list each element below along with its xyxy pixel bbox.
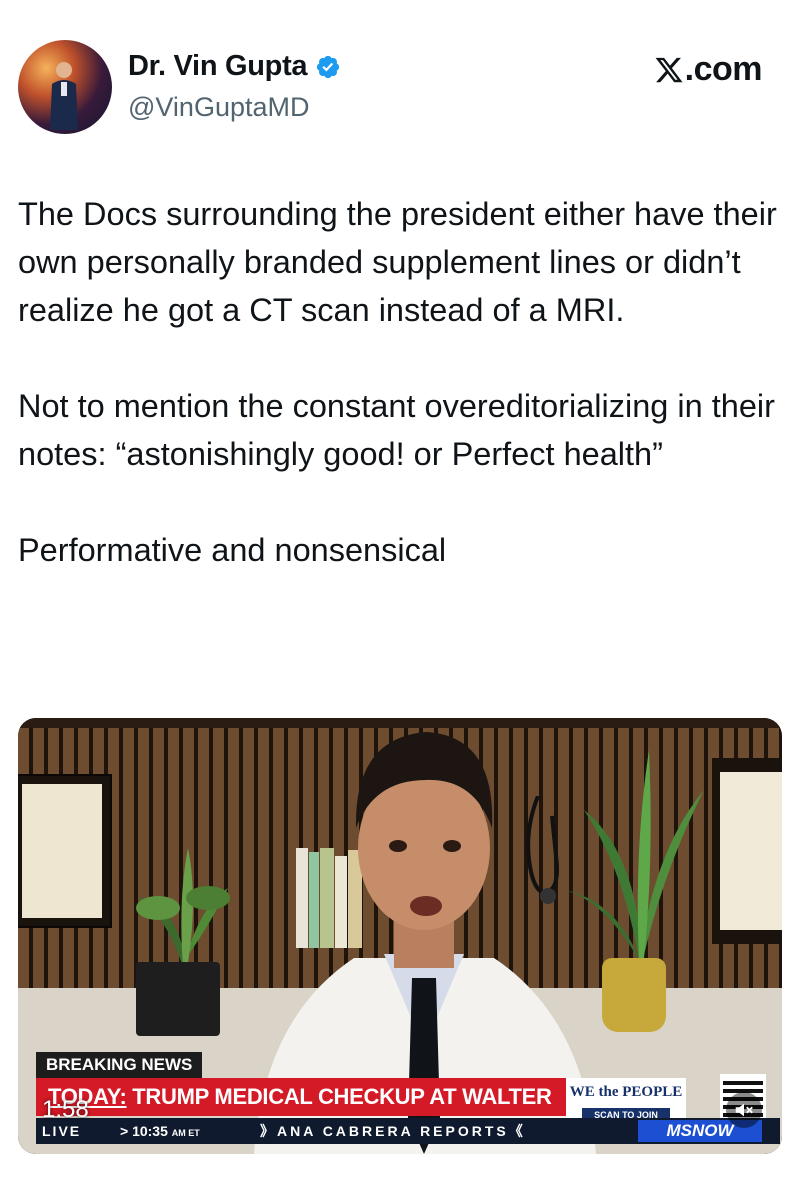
video-elapsed-time: 1:58 [42,1096,89,1123]
brand-domain: .com [684,50,763,88]
news-lower-third: BREAKING NEWS TODAY: TRUMP MEDICAL CHECK… [18,1044,782,1154]
tweet-paragraph: Not to mention the constant overeditoria… [18,388,775,472]
author-name-row: Dr. Vin Gupta [128,50,341,83]
show-name: 》ANA CABRERA REPORTS《 [260,1123,526,1139]
diploma-frame-left [18,774,112,928]
tweet-header: Dr. Vin Gupta @VinGuptaMD .com [18,40,782,136]
tweet-paragraph: Performative and nonsensical [18,532,447,568]
author-handle[interactable]: @VinGuptaMD [128,92,310,123]
x-logo-icon [655,57,683,82]
mute-button[interactable] [726,1092,762,1128]
plant-pot-left [136,962,220,1036]
muted-speaker-icon [735,1103,753,1117]
news-headline: TODAY: TRUMP MEDICAL CHECKUP AT WALTER R… [36,1078,568,1147]
plant-left [136,848,230,968]
avatar[interactable] [18,40,112,134]
verified-badge-icon [317,55,340,78]
tweet-paragraph: The Docs surrounding the president eithe… [18,196,777,328]
diploma-frame-right [712,758,782,944]
promo-title: WE the PEOPLE [569,1084,683,1100]
video-player[interactable]: BREAKING NEWS TODAY: TRUMP MEDICAL CHECK… [18,718,782,1154]
x-brand: .com [654,50,763,89]
avatar-person-silhouette [50,62,78,130]
author-name[interactable]: Dr. Vin Gupta [128,50,308,83]
breaking-news-label: BREAKING NEWS [36,1052,203,1080]
clock: > 10:35 AM ET [120,1123,200,1139]
tweet-text: The Docs surrounding the president eithe… [18,190,788,574]
